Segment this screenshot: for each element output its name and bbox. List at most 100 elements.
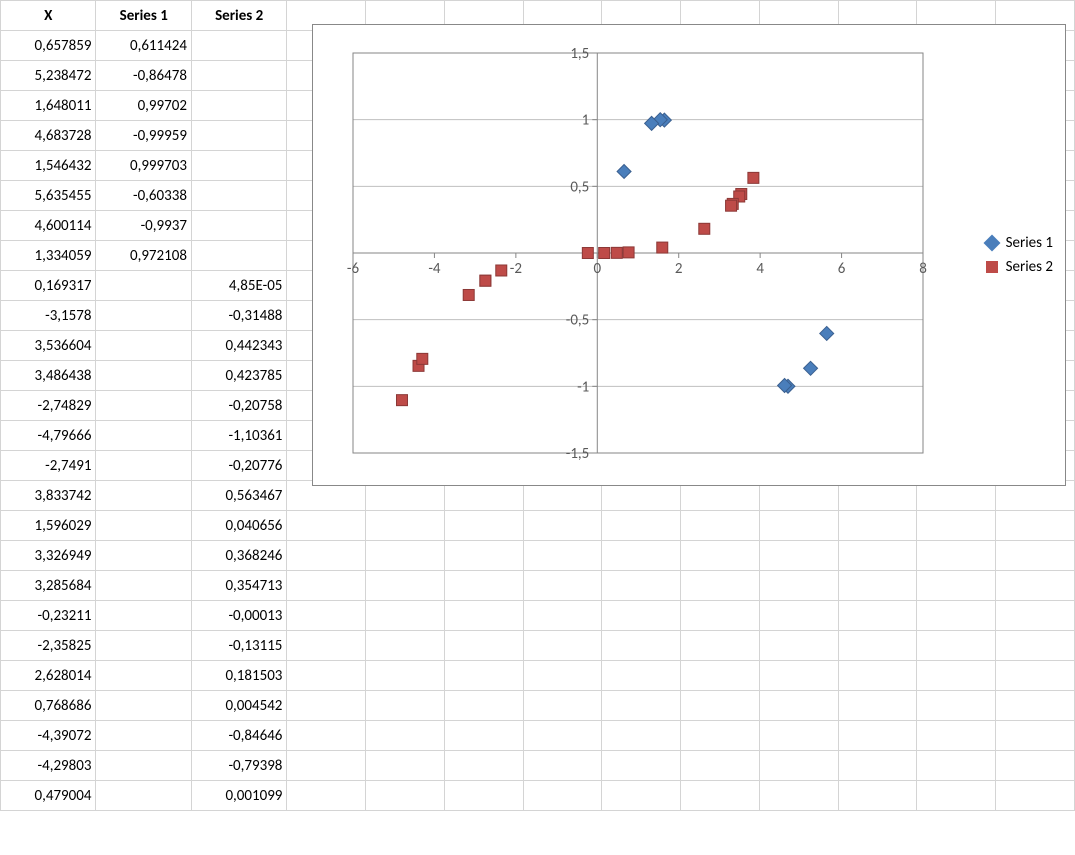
- cell-empty[interactable]: [444, 691, 523, 721]
- cell-s1[interactable]: 0,999703: [96, 151, 191, 181]
- cell-s1[interactable]: [96, 781, 191, 811]
- cell-x[interactable]: 4,683728: [1, 121, 96, 151]
- cell-empty[interactable]: [681, 571, 760, 601]
- cell-empty[interactable]: [838, 511, 917, 541]
- cell-empty[interactable]: [838, 691, 917, 721]
- cell-empty[interactable]: [759, 631, 838, 661]
- cell-x[interactable]: 1,596029: [1, 511, 96, 541]
- cell-empty[interactable]: [602, 631, 681, 661]
- cell-s2[interactable]: 0,040656: [191, 511, 286, 541]
- cell-empty[interactable]: [681, 691, 760, 721]
- cell-s2[interactable]: -0,20758: [191, 391, 286, 421]
- cell-empty[interactable]: [523, 751, 602, 781]
- cell-x[interactable]: -4,39072: [1, 721, 96, 751]
- cell-empty[interactable]: [602, 601, 681, 631]
- cell-empty[interactable]: [996, 631, 1075, 661]
- cell-s1[interactable]: 0,611424: [96, 31, 191, 61]
- cell-empty[interactable]: [917, 691, 996, 721]
- cell-empty[interactable]: [838, 601, 917, 631]
- cell-empty[interactable]: [444, 511, 523, 541]
- cell-empty[interactable]: [366, 601, 445, 631]
- cell-s2[interactable]: -0,31488: [191, 301, 286, 331]
- cell-empty[interactable]: [917, 661, 996, 691]
- cell-x[interactable]: -3,1578: [1, 301, 96, 331]
- cell-empty[interactable]: [917, 541, 996, 571]
- cell-x[interactable]: -4,29803: [1, 751, 96, 781]
- cell-empty[interactable]: [838, 781, 917, 811]
- cell-s2[interactable]: [191, 151, 286, 181]
- cell-s1[interactable]: [96, 721, 191, 751]
- header-series2[interactable]: Series 2: [191, 1, 286, 31]
- cell-empty[interactable]: [838, 661, 917, 691]
- cell-empty[interactable]: [759, 541, 838, 571]
- cell-empty[interactable]: [523, 511, 602, 541]
- cell-s2[interactable]: -0,20776: [191, 451, 286, 481]
- cell-s2[interactable]: -0,79398: [191, 751, 286, 781]
- cell-x[interactable]: 0,479004: [1, 781, 96, 811]
- cell-s2[interactable]: 0,181503: [191, 661, 286, 691]
- cell-x[interactable]: -4,79666: [1, 421, 96, 451]
- cell-empty[interactable]: [917, 721, 996, 751]
- cell-s1[interactable]: [96, 391, 191, 421]
- cell-empty[interactable]: [759, 781, 838, 811]
- cell-empty[interactable]: [996, 691, 1075, 721]
- cell-empty[interactable]: [681, 661, 760, 691]
- cell-s1[interactable]: -0,99959: [96, 121, 191, 151]
- cell-x[interactable]: 3,285684: [1, 571, 96, 601]
- cell-empty[interactable]: [366, 721, 445, 751]
- cell-empty[interactable]: [602, 721, 681, 751]
- cell-s1[interactable]: 0,99702: [96, 91, 191, 121]
- cell-empty[interactable]: [838, 541, 917, 571]
- cell-empty[interactable]: [602, 781, 681, 811]
- cell-empty[interactable]: [444, 541, 523, 571]
- cell-x[interactable]: 0,768686: [1, 691, 96, 721]
- cell-empty[interactable]: [444, 631, 523, 661]
- cell-empty[interactable]: [996, 571, 1075, 601]
- cell-x[interactable]: 5,238472: [1, 61, 96, 91]
- cell-x[interactable]: 5,635455: [1, 181, 96, 211]
- cell-x[interactable]: -0,23211: [1, 601, 96, 631]
- cell-empty[interactable]: [759, 571, 838, 601]
- cell-empty[interactable]: [917, 631, 996, 661]
- cell-x[interactable]: 3,833742: [1, 481, 96, 511]
- cell-empty[interactable]: [602, 571, 681, 601]
- cell-empty[interactable]: [366, 511, 445, 541]
- cell-empty[interactable]: [287, 571, 366, 601]
- cell-empty[interactable]: [996, 511, 1075, 541]
- cell-s1[interactable]: [96, 691, 191, 721]
- header-series1[interactable]: Series 1: [96, 1, 191, 31]
- cell-empty[interactable]: [917, 751, 996, 781]
- cell-empty[interactable]: [759, 661, 838, 691]
- cell-x[interactable]: 1,546432: [1, 151, 96, 181]
- cell-empty[interactable]: [444, 661, 523, 691]
- cell-x[interactable]: 1,648011: [1, 91, 96, 121]
- cell-s1[interactable]: [96, 331, 191, 361]
- cell-empty[interactable]: [602, 661, 681, 691]
- cell-empty[interactable]: [681, 781, 760, 811]
- cell-s1[interactable]: -0,9937: [96, 211, 191, 241]
- cell-x[interactable]: 2,628014: [1, 661, 96, 691]
- cell-x[interactable]: 3,536604: [1, 331, 96, 361]
- cell-s1[interactable]: [96, 661, 191, 691]
- cell-empty[interactable]: [523, 781, 602, 811]
- cell-empty[interactable]: [444, 721, 523, 751]
- cell-empty[interactable]: [366, 691, 445, 721]
- cell-x[interactable]: 0,657859: [1, 31, 96, 61]
- cell-empty[interactable]: [838, 751, 917, 781]
- cell-empty[interactable]: [681, 751, 760, 781]
- cell-empty[interactable]: [996, 751, 1075, 781]
- cell-empty[interactable]: [287, 781, 366, 811]
- cell-s2[interactable]: 0,423785: [191, 361, 286, 391]
- cell-empty[interactable]: [602, 541, 681, 571]
- cell-s1[interactable]: [96, 421, 191, 451]
- cell-s2[interactable]: -1,10361: [191, 421, 286, 451]
- cell-s2[interactable]: -0,13115: [191, 631, 286, 661]
- cell-s1[interactable]: 0,972108: [96, 241, 191, 271]
- cell-empty[interactable]: [996, 541, 1075, 571]
- cell-s2[interactable]: -0,84646: [191, 721, 286, 751]
- cell-s1[interactable]: [96, 481, 191, 511]
- cell-s1[interactable]: -0,86478: [96, 61, 191, 91]
- legend-item-series2[interactable]: Series 2: [986, 258, 1053, 276]
- cell-s2[interactable]: [191, 91, 286, 121]
- cell-x[interactable]: 4,600114: [1, 211, 96, 241]
